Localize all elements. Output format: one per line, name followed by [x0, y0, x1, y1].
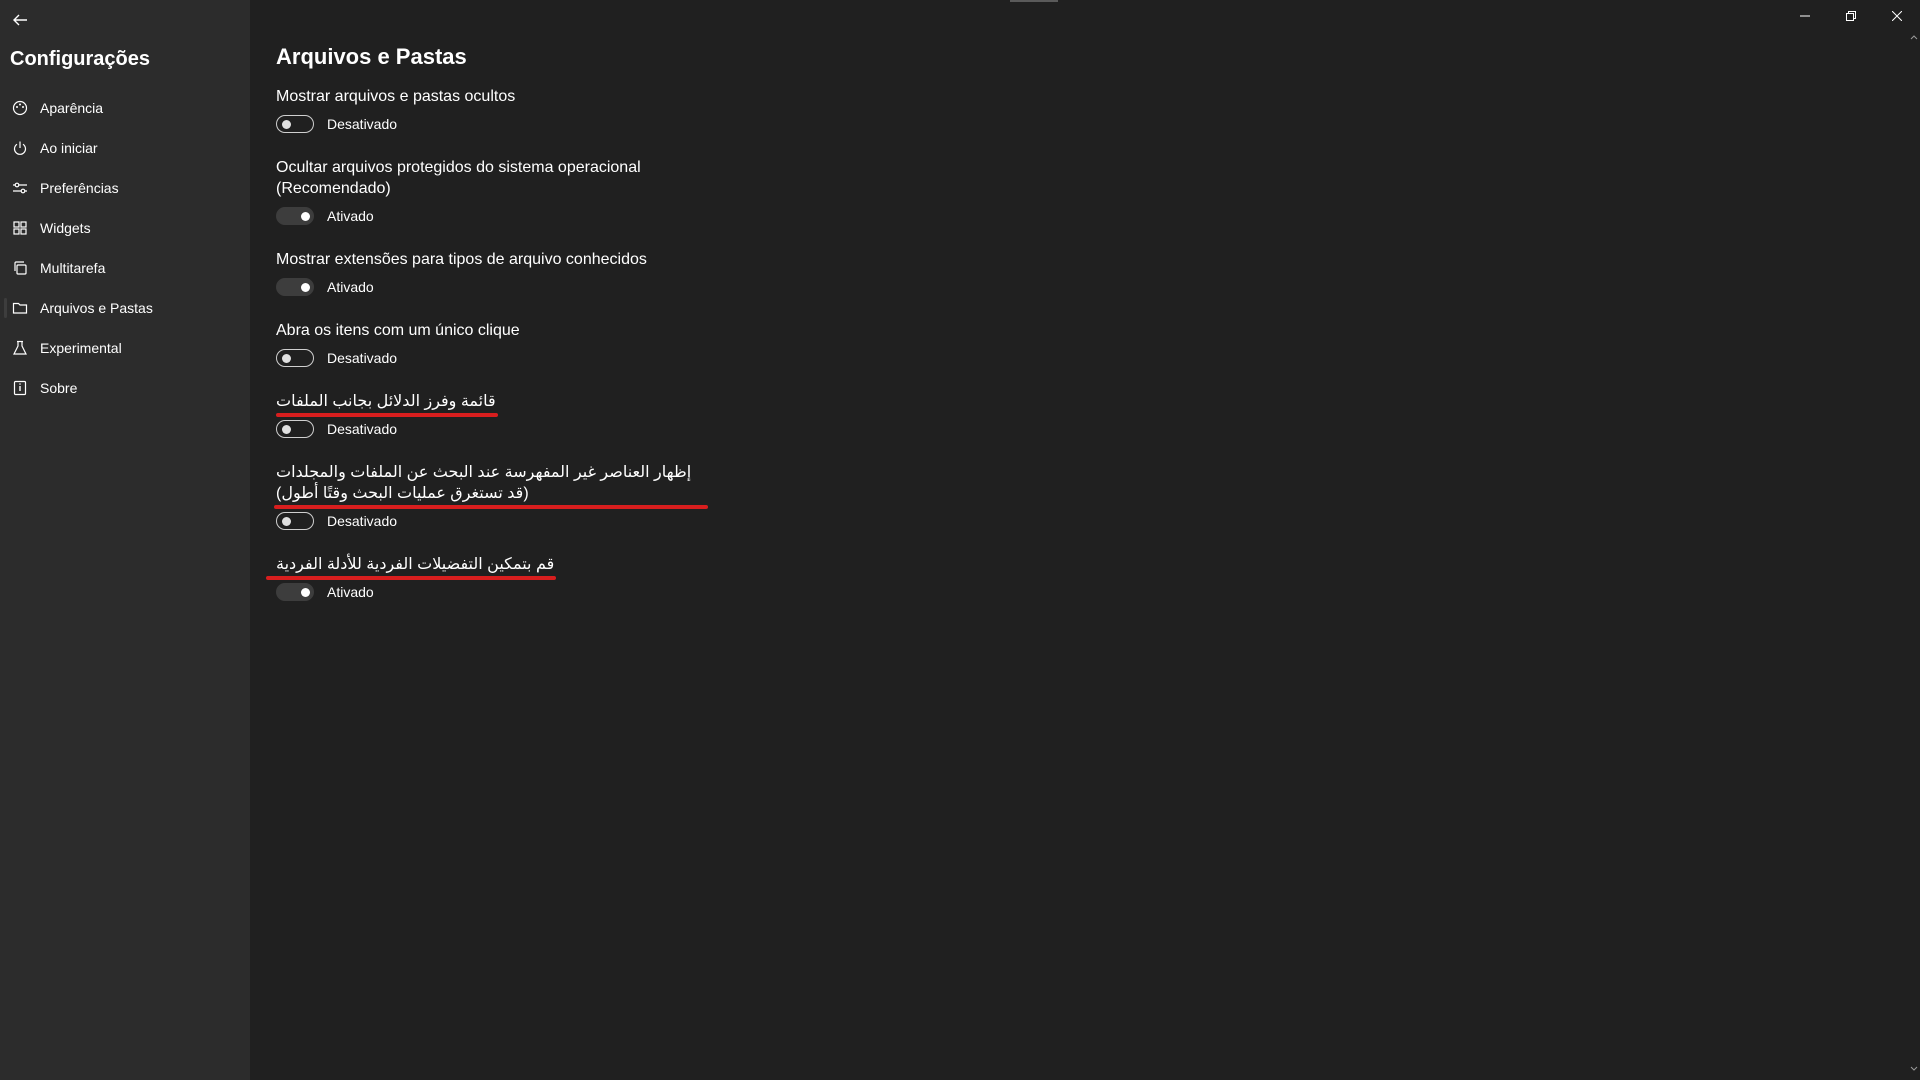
- minimize-icon: [1800, 15, 1810, 17]
- nav-item-widgets[interactable]: Widgets: [0, 208, 250, 248]
- toggle-row: Desativado: [276, 420, 1876, 438]
- nav-label: Experimental: [40, 340, 122, 356]
- settings-content: Arquivos e Pastas Mostrar arquivos e pas…: [266, 40, 1876, 601]
- info-icon: [12, 380, 28, 396]
- toggle-knob: [301, 283, 310, 292]
- toggle-knob: [282, 354, 291, 363]
- nav-label: Preferências: [40, 180, 119, 196]
- toggle-row: Desativado: [276, 349, 1876, 367]
- settings-title: Configurações: [10, 48, 151, 70]
- nav-label: Sobre: [40, 380, 78, 396]
- toggle-switch[interactable]: [276, 278, 314, 296]
- setting-label: قم بتمكين التفضيلات الفردية للأدلة الفرد…: [276, 556, 555, 573]
- scroll-down-button[interactable]: [1910, 1064, 1918, 1074]
- highlight-underline: [266, 576, 556, 580]
- toggle-knob: [282, 517, 291, 526]
- chevron-down-icon: [1910, 1066, 1918, 1071]
- setting-list-sort-dirs: قائمة وفرز الدلائل بجانب الملفات Desativ…: [276, 391, 1876, 438]
- multitask-icon: [12, 260, 28, 276]
- toggle-switch[interactable]: [276, 115, 314, 133]
- close-button[interactable]: [1874, 0, 1920, 32]
- setting-individual-prefs: قم بتمكين التفضيلات الفردية للأدلة الفرد…: [266, 554, 1876, 601]
- nav-label: Ao iniciar: [40, 140, 98, 156]
- setting-label: Mostrar arquivos e pastas ocultos: [276, 88, 516, 105]
- settings-nav: Aparência Ao iniciar Preferências Widget…: [0, 88, 250, 408]
- minimize-button[interactable]: [1782, 0, 1828, 32]
- page-title: Arquivos e Pastas: [276, 44, 467, 69]
- toggle-switch[interactable]: [276, 207, 314, 225]
- nav-item-experimental[interactable]: Experimental: [0, 328, 250, 368]
- setting-show-unindexed: إظهار العناصر غير المفهرسة عند البحث عن …: [274, 462, 1876, 530]
- restore-icon: [1846, 11, 1856, 21]
- toggle-state-text: Ativado: [327, 279, 374, 295]
- flask-icon: [12, 340, 28, 356]
- toggle-knob: [282, 120, 291, 129]
- scrollbar[interactable]: [1908, 30, 1920, 1080]
- widgets-icon: [12, 220, 28, 236]
- nav-item-preferencias[interactable]: Preferências: [0, 168, 250, 208]
- toggle-state-text: Ativado: [327, 208, 374, 224]
- toggle-state-text: Desativado: [327, 513, 398, 529]
- nav-label: Aparência: [40, 100, 104, 116]
- nav-label: Multitarefa: [40, 260, 106, 276]
- toggle-switch[interactable]: [276, 583, 314, 601]
- setting-label: Abra os itens com um único clique: [276, 322, 520, 339]
- nav-item-arquivos-e-pastas[interactable]: Arquivos e Pastas: [0, 288, 250, 328]
- nav-label: Arquivos e Pastas: [40, 300, 153, 316]
- toggle-state-text: Desativado: [327, 116, 398, 132]
- setting-show-hidden: Mostrar arquivos e pastas ocultos Desati…: [276, 86, 1876, 133]
- highlight-underline: [276, 413, 498, 417]
- highlight-underline: [274, 505, 708, 509]
- nav-item-sobre[interactable]: Sobre: [0, 368, 250, 408]
- back-arrow-icon: [13, 14, 27, 26]
- setting-single-click: Abra os itens com um único clique Desati…: [276, 320, 1876, 367]
- toggle-state-text: Desativado: [327, 421, 398, 437]
- title-bar-drag-handle[interactable]: [1010, 0, 1058, 2]
- sidebar: Configurações Aparência Ao iniciar Prefe…: [0, 0, 250, 1080]
- toggle-knob: [301, 588, 310, 597]
- setting-label: إظهار العناصر غير المفهرسة عند البحث عن …: [276, 464, 692, 502]
- power-icon: [12, 140, 28, 156]
- toggle-switch[interactable]: [276, 512, 314, 530]
- toggle-row: Desativado: [276, 512, 1876, 530]
- palette-icon: [12, 100, 28, 116]
- setting-label: قائمة وفرز الدلائل بجانب الملفات: [276, 393, 496, 410]
- restore-button[interactable]: [1828, 0, 1874, 32]
- setting-label: Ocultar arquivos protegidos do sistema o…: [276, 159, 641, 197]
- nav-item-ao-iniciar[interactable]: Ao iniciar: [0, 128, 250, 168]
- toggle-row: Ativado: [276, 583, 1876, 601]
- folder-icon: [12, 300, 28, 316]
- setting-label: Mostrar extensões para tipos de arquivo …: [276, 251, 647, 268]
- toggle-state-text: Ativado: [327, 584, 374, 600]
- toggle-knob: [282, 425, 291, 434]
- toggle-row: Desativado: [276, 115, 1876, 133]
- toggle-row: Ativado: [276, 278, 1876, 296]
- close-icon: [1892, 11, 1902, 21]
- toggle-switch[interactable]: [276, 349, 314, 367]
- nav-item-multitarefa[interactable]: Multitarefa: [0, 248, 250, 288]
- setting-hide-protected: Ocultar arquivos protegidos do sistema o…: [276, 157, 1876, 225]
- chevron-up-icon: [1910, 35, 1918, 40]
- toggle-knob: [301, 212, 310, 221]
- setting-show-extensions: Mostrar extensões para tipos de arquivo …: [276, 249, 1876, 296]
- nav-item-aparencia[interactable]: Aparência: [0, 88, 250, 128]
- window-controls: [1782, 0, 1920, 32]
- back-button[interactable]: [8, 8, 32, 32]
- toggle-switch[interactable]: [276, 420, 314, 438]
- scroll-up-button[interactable]: [1910, 32, 1918, 42]
- nav-label: Widgets: [40, 220, 91, 236]
- toggle-state-text: Desativado: [327, 350, 398, 366]
- toggle-row: Ativado: [276, 207, 1876, 225]
- sliders-icon: [12, 180, 28, 196]
